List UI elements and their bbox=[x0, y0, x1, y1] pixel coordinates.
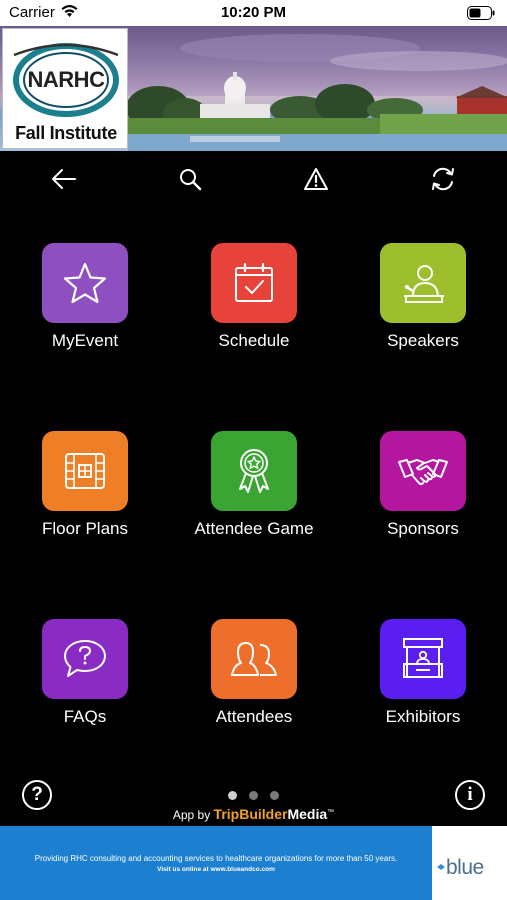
alert-button[interactable] bbox=[300, 163, 332, 195]
tile-schedule[interactable]: Schedule bbox=[169, 243, 339, 373]
tile-label: Attendees bbox=[215, 707, 293, 726]
tile-speakers-icon-bg bbox=[380, 243, 466, 323]
page-dot[interactable] bbox=[228, 791, 237, 800]
page-dot[interactable] bbox=[270, 791, 279, 800]
tile-label: Floor Plans bbox=[42, 519, 128, 538]
people-icon bbox=[231, 642, 277, 676]
ad-line-1: Providing RHC consulting and accounting … bbox=[34, 854, 398, 863]
tile-schedule-icon-bg bbox=[211, 243, 297, 323]
brand-media: Media bbox=[287, 806, 328, 822]
tile-attendee-game[interactable]: Attendee Game bbox=[169, 431, 339, 561]
help-icon: ? bbox=[31, 784, 43, 805]
page-dot[interactable] bbox=[249, 791, 258, 800]
ad-banner[interactable]: Providing RHC consulting and accounting … bbox=[0, 826, 507, 900]
blue-logo: blue bbox=[432, 826, 507, 900]
info-icon: i bbox=[467, 784, 473, 805]
calendar-check-icon bbox=[235, 262, 273, 302]
award-ribbon-icon bbox=[239, 449, 269, 493]
warning-icon bbox=[304, 168, 328, 190]
blue-logo-word: blue bbox=[446, 856, 484, 879]
tile-label: Exhibitors bbox=[385, 707, 461, 726]
toolbar bbox=[0, 151, 507, 207]
search-icon bbox=[180, 169, 202, 191]
status-time: 10:20 PM bbox=[220, 4, 287, 21]
exhibitor-booth-icon bbox=[403, 638, 443, 678]
ad-line-2: Visit us online at www.blueandco.com bbox=[157, 866, 275, 873]
tile-exhibitors-icon-bg bbox=[380, 619, 466, 699]
trademark-icon: ™ bbox=[327, 809, 335, 816]
tile-attendees[interactable]: Attendees bbox=[169, 619, 339, 749]
back-arrow-icon bbox=[52, 169, 76, 189]
tile-label: Sponsors bbox=[387, 519, 459, 538]
app-by-prefix: App by bbox=[172, 808, 211, 822]
tile-label: Speakers bbox=[387, 331, 459, 350]
tile-attendees-icon-bg bbox=[211, 619, 297, 699]
tile-sponsors-icon-bg bbox=[380, 431, 466, 511]
narhc-logo: NARHC Fall Institute bbox=[2, 28, 128, 149]
floor-plan-icon bbox=[65, 453, 105, 489]
refresh-button[interactable] bbox=[427, 163, 459, 195]
tile-faqs[interactable]: FAQs bbox=[0, 619, 170, 749]
back-button[interactable] bbox=[48, 163, 80, 195]
logo-subtitle: Fall Institute bbox=[15, 123, 117, 143]
tile-sponsors[interactable]: Sponsors bbox=[338, 431, 507, 561]
logo-name: NARHC bbox=[27, 67, 105, 92]
status-bar: Carrier 10:20 PM bbox=[0, 0, 507, 26]
battery-icon bbox=[467, 6, 495, 25]
handshake-icon bbox=[398, 459, 448, 485]
tile-exhibitors[interactable]: Exhibitors bbox=[338, 619, 507, 749]
tile-attendee-game-icon-bg bbox=[211, 431, 297, 511]
tile-floor-plans-icon-bg bbox=[42, 431, 128, 511]
brand-tripbuilder: TripBuilder bbox=[213, 806, 288, 822]
speaker-podium-icon bbox=[404, 265, 444, 303]
tile-label: MyEvent bbox=[51, 331, 119, 350]
tile-faqs-icon-bg bbox=[42, 619, 128, 699]
tile-myevent-icon-bg bbox=[42, 243, 128, 323]
page-indicator[interactable] bbox=[228, 791, 279, 800]
tile-myevent[interactable]: MyEvent bbox=[0, 243, 170, 373]
tile-speakers[interactable]: Speakers bbox=[338, 243, 507, 373]
tile-label: Schedule bbox=[218, 331, 290, 350]
refresh-icon bbox=[432, 167, 454, 191]
tile-label: Attendee Game bbox=[194, 519, 314, 538]
tile-label: FAQs bbox=[63, 707, 107, 726]
search-button[interactable] bbox=[174, 163, 206, 195]
app-credit[interactable]: App by TripBuilderMedia™ bbox=[0, 806, 507, 822]
event-banner: NARHC Fall Institute bbox=[0, 26, 507, 151]
tile-floor-plans[interactable]: Floor Plans bbox=[0, 431, 170, 561]
blue-logo-mark-icon bbox=[437, 864, 445, 870]
star-icon bbox=[63, 262, 107, 304]
question-bubble-icon bbox=[64, 640, 106, 677]
